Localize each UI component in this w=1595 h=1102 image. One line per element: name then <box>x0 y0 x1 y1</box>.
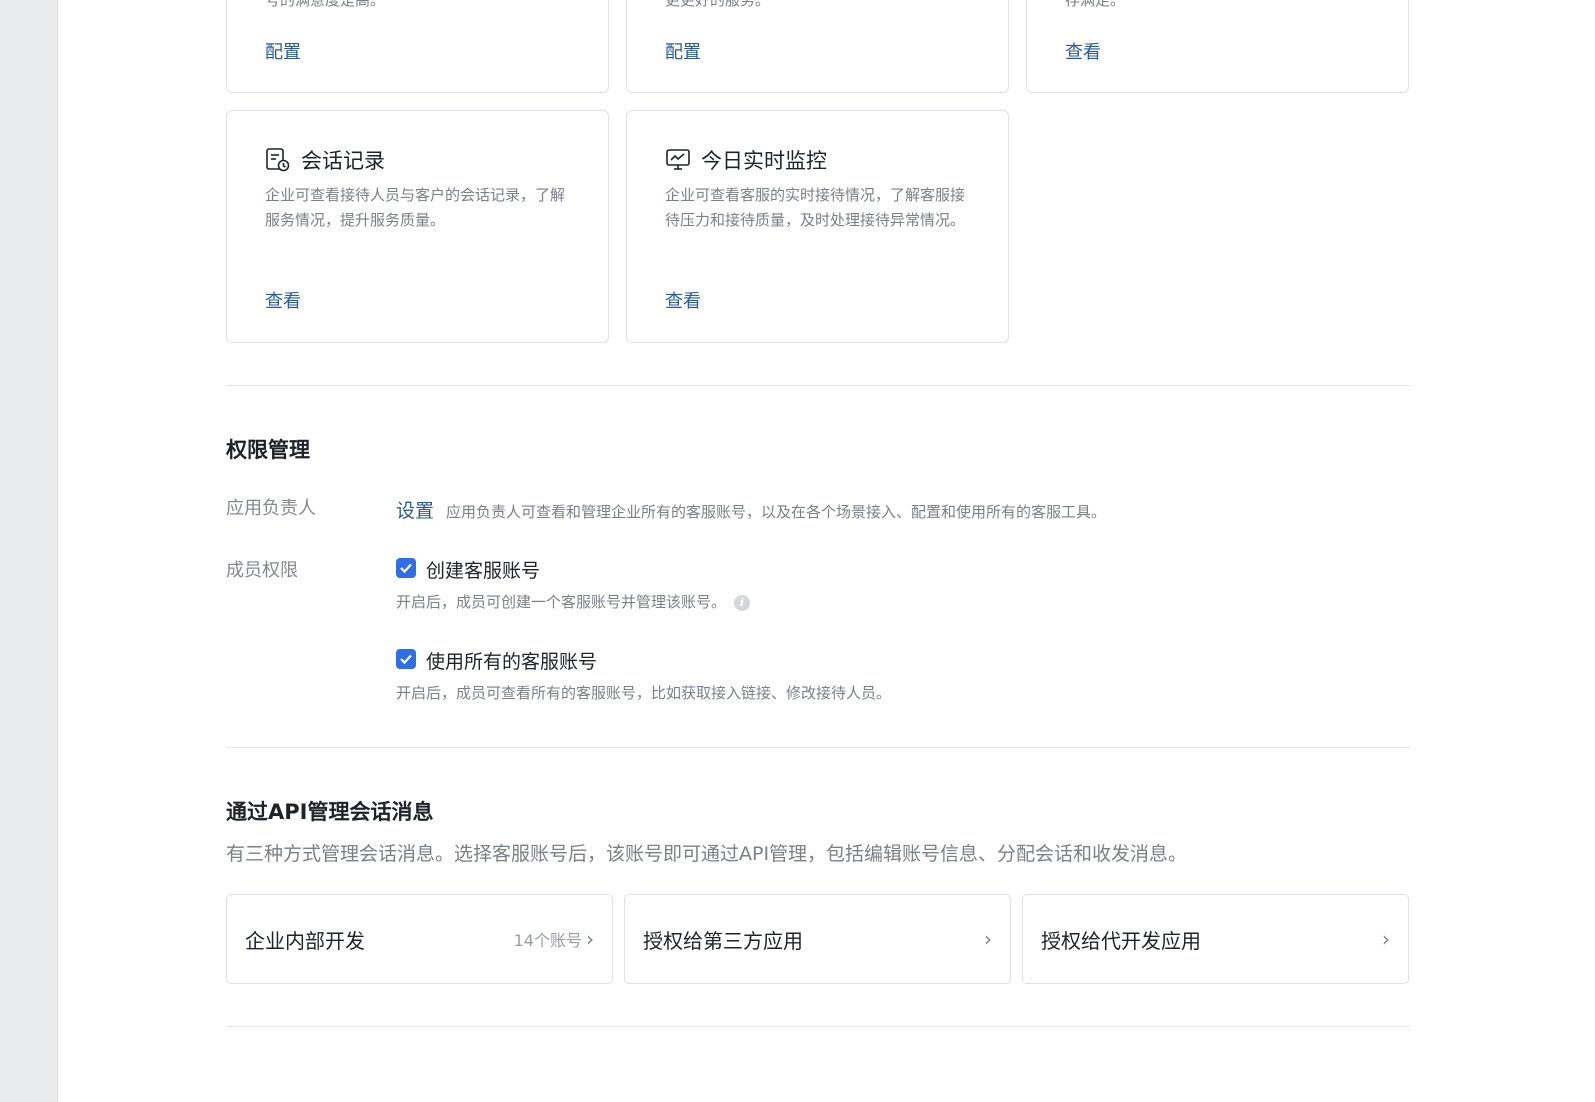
use-all-accounts-checkbox[interactable] <box>396 649 416 669</box>
owner-settings-link[interactable]: 设置 <box>396 496 434 523</box>
top-card-2: 更更好的服务。 配置 <box>626 0 1009 93</box>
section-divider <box>226 747 1410 748</box>
create-account-checkbox[interactable] <box>396 558 416 578</box>
card-description: 企业可查看接待人员与客户的会话记录，了解服务情况，提升服务质量。 <box>265 186 566 229</box>
api-option-internal-dev[interactable]: 企业内部开发 14个账号 › <box>226 894 613 984</box>
permissions-title: 权限管理 <box>226 438 310 462</box>
api-option-third-party[interactable]: 授权给第三方应用 › <box>624 894 1011 984</box>
api-section-title: 通过API管理会话消息 <box>226 800 434 824</box>
create-account-hint: 开启后，成员可创建一个客服账号并管理该账号。 i <box>396 591 751 612</box>
config-link[interactable]: 配置 <box>265 38 301 64</box>
api-option-label: 企业内部开发 <box>245 928 365 953</box>
member-permissions-label: 成员权限 <box>226 560 298 581</box>
section-divider <box>226 1026 1410 1027</box>
top-card-3: 存满足。 查看 <box>1026 0 1409 93</box>
card-description: 企业可查看客服的实时接待情况，了解客服接待压力和接待质量，及时处理接待异常情况。 <box>665 186 966 229</box>
use-all-accounts-label[interactable]: 使用所有的客服账号 <box>426 647 597 674</box>
use-all-accounts-hint: 开启后，成员可查看所有的客服账号，比如获取接入链接、修改接待人员。 <box>396 684 892 702</box>
app-owner-row: 设置 应用负责人可查看和管理企业所有的客服账号，以及在各个场景接入、配置和使用所… <box>396 496 1106 523</box>
owner-description: 应用负责人可查看和管理企业所有的客服账号，以及在各个场景接入、配置和使用所有的客… <box>446 503 1107 521</box>
api-option-label: 授权给第三方应用 <box>643 928 803 953</box>
card-title-text: 会话记录 <box>301 149 385 173</box>
monitor-chart-icon <box>665 147 691 173</box>
top-card-desc: 号的满意度是高。 <box>265 0 386 9</box>
chevron-right-icon: › <box>1382 927 1390 951</box>
document-clock-icon <box>265 147 291 173</box>
chevron-right-icon: › <box>586 927 594 951</box>
card-session-records: 会话记录 企业可查看接待人员与客户的会话记录，了解服务情况，提升服务质量。 查看 <box>226 110 609 343</box>
card-title: 会话记录 <box>265 145 385 175</box>
section-divider <box>226 385 1410 386</box>
config-link[interactable]: 配置 <box>665 38 701 64</box>
chevron-right-icon: › <box>984 927 992 951</box>
view-link[interactable]: 查看 <box>1065 38 1101 64</box>
view-session-records-link[interactable]: 查看 <box>265 287 301 313</box>
app-owner-label: 应用负责人 <box>226 498 316 519</box>
card-realtime-monitor: 今日实时监控 企业可查看客服的实时接待情况，了解客服接待压力和接待质量，及时处理… <box>626 110 1009 343</box>
card-title: 今日实时监控 <box>665 145 827 175</box>
top-card-desc: 存满足。 <box>1065 0 1126 9</box>
api-section-description: 有三种方式管理会话消息。选择客服账号后，该账号即可通过API管理，包括编辑账号信… <box>226 843 1188 865</box>
api-option-agent-dev[interactable]: 授权给代开发应用 › <box>1022 894 1409 984</box>
top-card-desc: 更更好的服务。 <box>665 0 771 9</box>
card-title-text: 今日实时监控 <box>701 149 827 173</box>
api-option-label: 授权给代开发应用 <box>1041 928 1201 953</box>
info-icon[interactable]: i <box>734 594 751 611</box>
account-count: 14个账号 <box>513 931 582 950</box>
create-account-label[interactable]: 创建客服账号 <box>426 556 540 583</box>
main-content: 号的满意度是高。 配置 更更好的服务。 配置 存满足。 查看 会话记录 企业可查… <box>58 0 1595 1102</box>
top-card-1: 号的满意度是高。 配置 <box>226 0 609 93</box>
create-account-hint-text: 开启后，成员可创建一个客服账号并管理该账号。 <box>396 593 727 611</box>
view-realtime-monitor-link[interactable]: 查看 <box>665 287 701 313</box>
left-sidebar <box>0 0 58 1102</box>
